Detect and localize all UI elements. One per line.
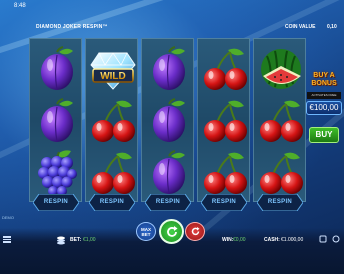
reel-4 <box>197 38 250 202</box>
respin-button-reel-2[interactable]: RESPIN <box>89 194 135 211</box>
sound-icon <box>332 235 340 243</box>
demo-label: DEMO <box>2 215 14 220</box>
respin-button-reel-3[interactable]: RESPIN <box>145 194 191 211</box>
coin-value-label: COIN VALUE <box>285 24 316 30</box>
reel-2: WILD <box>85 38 138 202</box>
cherries-icon <box>203 152 247 194</box>
refresh-icon <box>166 225 177 237</box>
respin-label: RESPIN <box>99 199 125 205</box>
cherries-symbol <box>254 147 307 199</box>
cherries-symbol <box>86 147 139 199</box>
cherries-icon <box>91 100 135 142</box>
status-time: 8:48 <box>14 3 26 9</box>
coins-icon[interactable] <box>56 235 66 245</box>
buy-bonus-title: BUY A BONUS <box>311 72 337 87</box>
buy-bonus-panel: BUY A BONUS ACTIVATES FREE SPINS €100,00… <box>306 72 342 148</box>
respin-label: RESPIN <box>211 199 237 205</box>
coin-value[interactable]: 0,10 <box>327 24 337 30</box>
settings-icons <box>319 235 340 243</box>
plum-icon <box>152 46 185 91</box>
hamburger-icon[interactable] <box>3 236 11 243</box>
plum-icon <box>40 46 73 91</box>
plum-symbol <box>142 43 195 95</box>
max-bet-button[interactable]: MAX BET <box>136 222 156 241</box>
autoplay-button[interactable] <box>185 222 205 241</box>
autoplay-icon <box>191 227 199 236</box>
watermelon-symbol <box>254 43 307 95</box>
respin-label: RESPIN <box>43 199 69 205</box>
top-bar: 8:48 DIAMOND JOKER RESPIN™ COIN VALUE 0,… <box>0 0 344 30</box>
cherries-symbol <box>198 95 251 147</box>
cherries-symbol <box>198 43 251 95</box>
wild-symbol: WILD <box>86 43 139 95</box>
respin-label: RESPIN <box>267 199 293 205</box>
respin-button-reel-5[interactable]: RESPIN <box>257 194 303 211</box>
respin-button-reel-1[interactable]: RESPIN <box>33 194 79 211</box>
diamond-wild-icon: WILD <box>89 52 136 90</box>
reel-5 <box>253 38 306 202</box>
respin-label: RESPIN <box>155 199 181 205</box>
cherries-symbol <box>198 147 251 199</box>
plum-icon <box>152 98 185 143</box>
game-title: DIAMOND JOKER RESPIN™ <box>36 24 108 30</box>
bet-label: BET: <box>70 237 82 243</box>
respin-button-reel-4[interactable]: RESPIN <box>201 194 247 211</box>
cherries-icon <box>259 152 303 194</box>
bet-value: €1,00 <box>83 237 96 243</box>
wild-label: WILD <box>100 71 126 82</box>
reel-1 <box>29 38 82 202</box>
bonus-price[interactable]: €100,00 <box>306 101 342 115</box>
cherries-icon <box>259 100 303 142</box>
cherries-icon <box>203 48 247 90</box>
cherries-icon <box>203 100 247 142</box>
cherries-symbol <box>254 95 307 147</box>
cash-label: CASH: <box>264 237 280 243</box>
cherries-icon <box>91 152 135 194</box>
grapes-symbol <box>30 147 83 199</box>
win-label: WIN: <box>222 237 234 243</box>
watermelon-icon <box>260 49 301 89</box>
cash-value: €1.000,00 <box>281 237 304 243</box>
plum-symbol <box>30 95 83 147</box>
reel-grid: WILD <box>29 38 307 202</box>
grapes-icon <box>37 150 77 196</box>
plum-symbol <box>142 95 195 147</box>
plum-symbol <box>142 147 195 199</box>
reel-3 <box>141 38 194 202</box>
cherries-symbol <box>86 95 139 147</box>
plum-icon <box>40 98 73 143</box>
buy-bonus-button[interactable]: BUY <box>309 127 339 143</box>
fullscreen-icon <box>319 235 327 243</box>
win-value: €0,00 <box>233 237 246 243</box>
spin-button[interactable] <box>159 219 184 244</box>
buy-bonus-subtitle: ACTIVATES FREE SPINS <box>307 92 341 104</box>
plum-symbol <box>30 43 83 95</box>
plum-icon <box>152 150 185 195</box>
